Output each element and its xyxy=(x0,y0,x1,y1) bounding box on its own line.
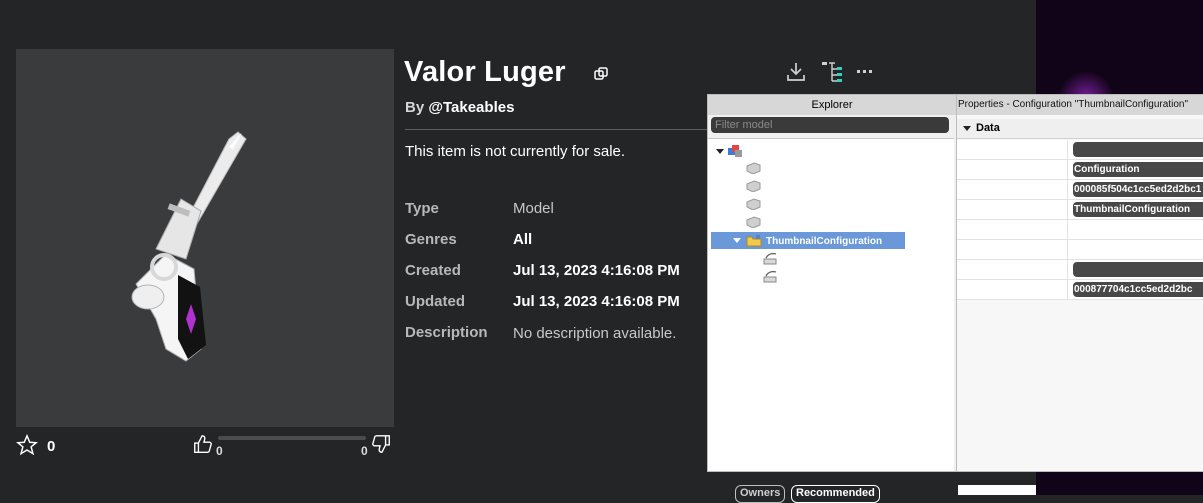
part-icon xyxy=(746,216,761,228)
item-thumbnail xyxy=(16,49,394,427)
property-value[interactable]: 000085f504c1cc5ed2d2bc1 xyxy=(1073,182,1203,197)
property-row[interactable] xyxy=(957,220,1203,240)
detail-value-type: Model xyxy=(513,200,554,217)
part-icon xyxy=(746,162,761,174)
expand-arrow-icon[interactable] xyxy=(716,149,724,154)
tree-item-label: ThumbnailConfiguration xyxy=(766,236,883,247)
tab-owners[interactable]: Owners xyxy=(735,485,786,503)
property-value[interactable] xyxy=(1073,142,1203,157)
part-icon xyxy=(746,198,761,210)
expand-arrow-icon[interactable] xyxy=(733,238,741,243)
detail-label-type: Type xyxy=(405,200,439,217)
explorer-panel: Explorer ThumbnailConfiguration xyxy=(707,94,957,472)
filter-input[interactable] xyxy=(711,117,949,133)
property-row[interactable] xyxy=(957,140,1203,160)
detail-label-genres: Genres xyxy=(405,231,457,248)
upvote-count: 0 xyxy=(216,444,223,458)
star-icon[interactable] xyxy=(16,434,38,456)
creator-link[interactable]: @Takeables xyxy=(428,99,514,116)
detail-label-created: Created xyxy=(405,262,461,279)
property-row[interactable]: Configuration xyxy=(957,160,1203,180)
tab-recommended[interactable]: Recommended xyxy=(791,485,880,503)
value-icon xyxy=(763,270,777,283)
explorer-title: Explorer xyxy=(708,95,956,115)
sale-status: This item is not currently for sale. xyxy=(405,143,626,160)
detail-label-description: Description xyxy=(405,324,488,341)
property-row[interactable]: 000877704c1cc5ed2d2bc xyxy=(957,280,1203,300)
property-row[interactable]: ThumbnailConfiguration xyxy=(957,200,1203,220)
detail-label-updated: Updated xyxy=(405,293,465,310)
downvote-count: 0 xyxy=(361,444,368,458)
properties-title: Properties - Configuration "ThumbnailCon… xyxy=(957,95,1203,115)
collapse-arrow-icon[interactable] xyxy=(963,126,971,131)
favorite-count: 0 xyxy=(47,438,56,455)
part-icon xyxy=(746,180,761,192)
property-value[interactable]: ThumbnailConfiguration xyxy=(1073,202,1203,217)
detail-value-genres[interactable]: All xyxy=(513,231,532,248)
folder-icon xyxy=(746,235,762,247)
divider xyxy=(405,129,708,130)
property-row[interactable] xyxy=(957,260,1203,280)
property-value[interactable]: Configuration xyxy=(1073,162,1203,177)
more-icon[interactable] xyxy=(856,68,874,76)
thumb-down-icon[interactable] xyxy=(370,433,392,455)
item-title: Valor Luger xyxy=(404,56,566,88)
tree-icon[interactable] xyxy=(821,61,843,83)
detail-value-updated: Jul 13, 2023 4:16:08 PM xyxy=(513,293,680,310)
explorer-tree: ThumbnailConfiguration xyxy=(708,138,954,471)
vote-ratio-bar xyxy=(218,436,366,440)
property-value[interactable] xyxy=(1073,262,1203,277)
copy-icon[interactable] xyxy=(594,67,608,81)
by-prefix: By xyxy=(405,99,425,116)
thumb-up-icon[interactable] xyxy=(192,433,214,455)
luger-pistol-image xyxy=(131,131,247,362)
properties-panel: Properties - Configuration "ThumbnailCon… xyxy=(956,94,1203,472)
detail-value-created: Jul 13, 2023 4:16:08 PM xyxy=(513,262,680,279)
section-label: Data xyxy=(976,122,1000,134)
download-icon[interactable] xyxy=(785,61,807,83)
model-icon xyxy=(728,145,742,157)
taskbar-strip xyxy=(958,485,1036,495)
creator-byline: By @Takeables xyxy=(405,99,514,116)
property-value[interactable]: 000877704c1cc5ed2d2bc xyxy=(1073,282,1203,297)
property-row[interactable] xyxy=(957,240,1203,260)
property-row[interactable]: 000085f504c1cc5ed2d2bc1 xyxy=(957,180,1203,200)
detail-value-description: No description available. xyxy=(513,325,677,342)
properties-section-data[interactable]: Data xyxy=(957,119,1203,139)
value-icon xyxy=(763,252,777,265)
